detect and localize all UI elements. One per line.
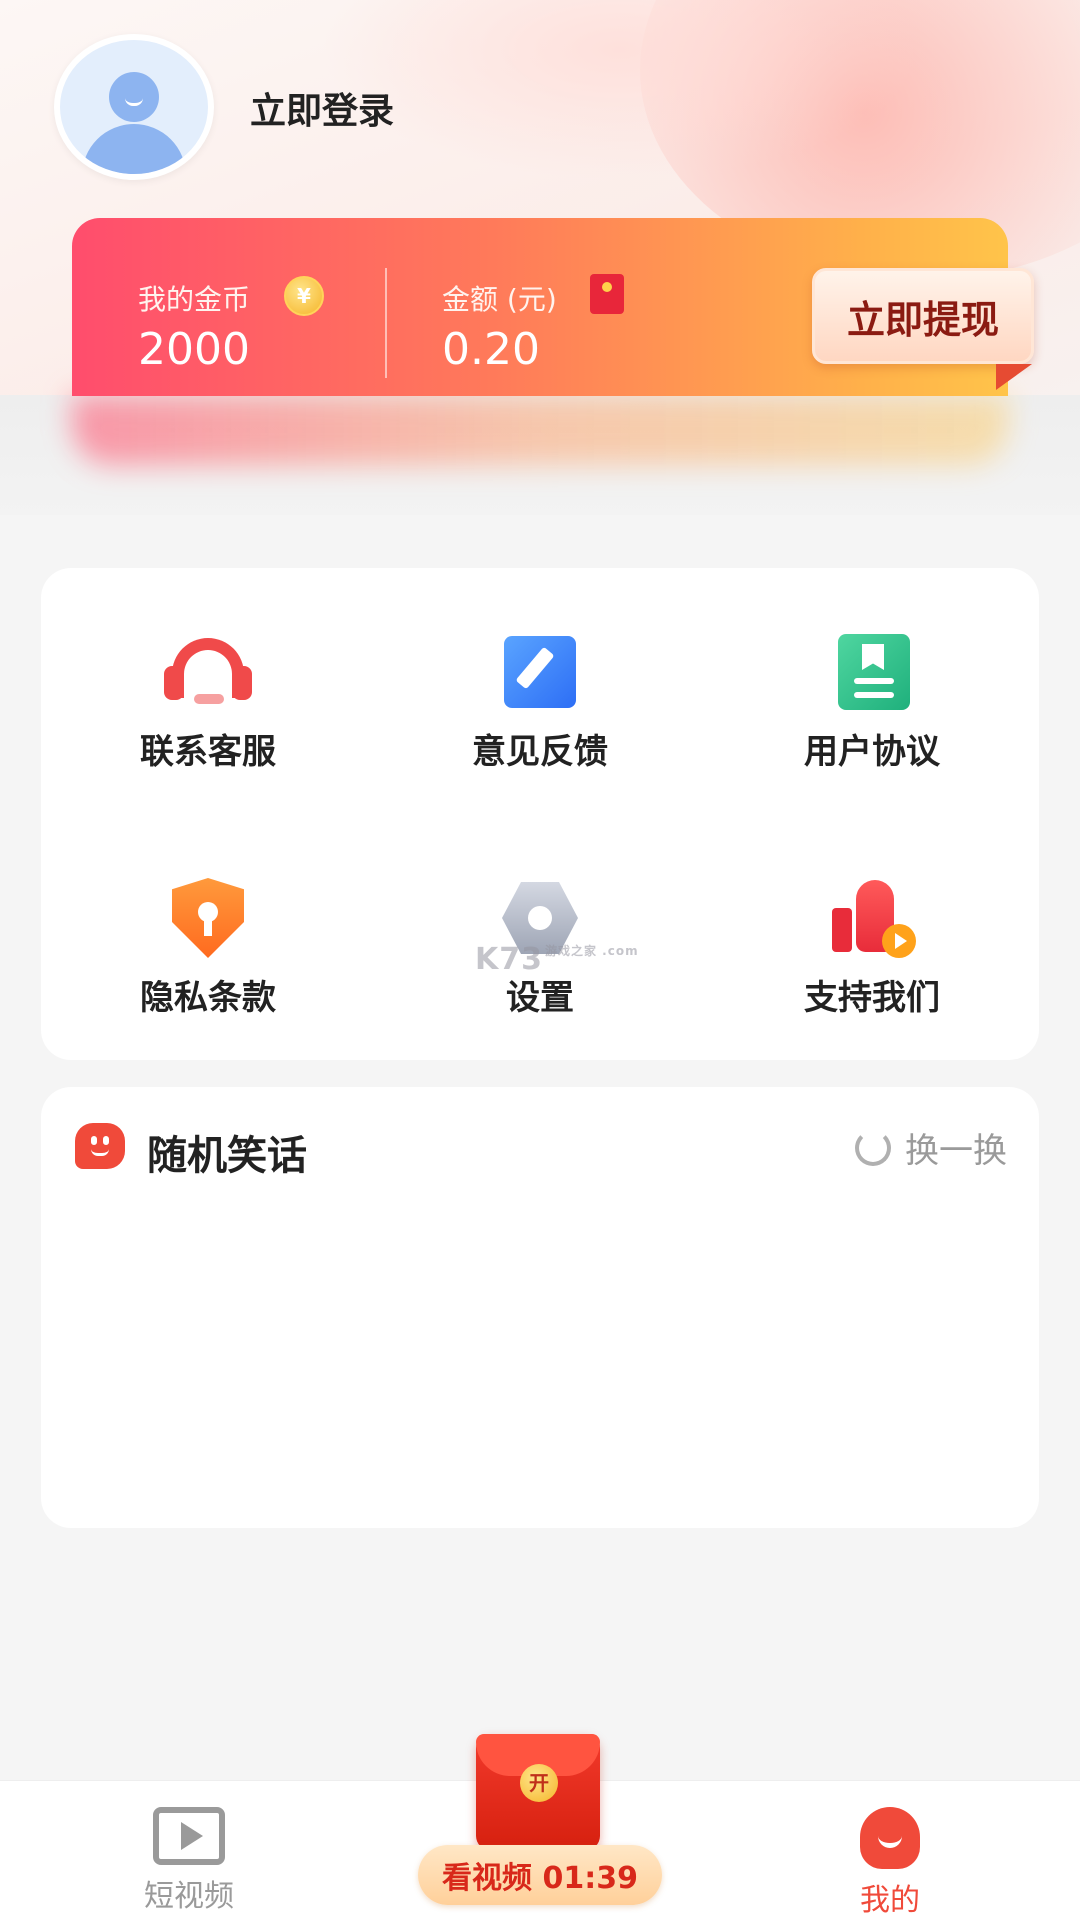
thumbs-up-icon bbox=[832, 878, 916, 958]
watermark-sub: 游戏之家 .com bbox=[545, 944, 639, 958]
coin-icon: ¥ bbox=[284, 276, 324, 316]
login-link[interactable]: 立即登录 bbox=[250, 82, 394, 134]
red-packet-seal: 开 bbox=[520, 1764, 558, 1802]
menu-item-label: 设置 bbox=[506, 978, 574, 1018]
menu-item-customer-service[interactable]: 联系客服 bbox=[58, 632, 358, 773]
amount-value: 0.20 bbox=[442, 324, 540, 375]
wallet-glow bbox=[72, 395, 1008, 465]
coins-value: 2000 bbox=[138, 324, 250, 375]
joke-card: 随机笑话 换一换 bbox=[41, 1087, 1039, 1528]
refresh-label: 换一换 bbox=[905, 1131, 1007, 1171]
avatar[interactable] bbox=[54, 34, 214, 180]
video-play-icon bbox=[153, 1807, 225, 1865]
avatar-head-icon bbox=[109, 72, 159, 122]
watermark: K73 游戏之家 .com bbox=[475, 942, 639, 977]
tab-short-video[interactable]: 短视频 bbox=[99, 1807, 279, 1915]
tab-mine[interactable]: 我的 bbox=[800, 1807, 980, 1919]
menu-item-label: 隐私条款 bbox=[140, 978, 276, 1018]
smiley-chat-icon bbox=[75, 1123, 125, 1169]
amount-label: 金额 (元) bbox=[442, 283, 557, 316]
profile-icon bbox=[860, 1807, 920, 1869]
refresh-button[interactable]: 换一换 bbox=[855, 1123, 1007, 1172]
withdraw-button[interactable]: 立即提现 bbox=[812, 268, 1034, 364]
shield-lock-icon bbox=[168, 878, 248, 958]
wallet-divider bbox=[385, 268, 387, 378]
menu-item-feedback[interactable]: 意见反馈 bbox=[390, 632, 690, 773]
document-icon bbox=[832, 632, 912, 712]
refresh-icon bbox=[855, 1129, 891, 1166]
menu-item-label: 用户协议 bbox=[804, 732, 940, 772]
watch-video-timer[interactable]: 看视频 01:39 bbox=[418, 1845, 662, 1905]
avatar-body-icon bbox=[82, 124, 186, 174]
headset-icon bbox=[164, 632, 252, 712]
red-packet-button[interactable]: 开 bbox=[476, 1734, 600, 1850]
tab-label: 短视频 bbox=[144, 1879, 234, 1914]
joke-title: 随机笑话 bbox=[147, 1133, 307, 1179]
menu-item-label: 支持我们 bbox=[804, 978, 940, 1018]
menu-item-label: 联系客服 bbox=[140, 732, 276, 772]
red-envelope-icon bbox=[590, 274, 624, 314]
edit-icon bbox=[500, 632, 580, 712]
menu-item-privacy[interactable]: 隐私条款 bbox=[58, 878, 358, 1019]
menu-card: 联系客服 意见反馈 用户协议 隐私条款 设置 支持我们 bbox=[41, 568, 1039, 1060]
menu-item-support-us[interactable]: 支持我们 bbox=[722, 878, 1022, 1019]
menu-item-user-agreement[interactable]: 用户协议 bbox=[722, 632, 1022, 773]
watermark-text: K73 bbox=[475, 942, 543, 977]
withdraw-ribbon-tail bbox=[996, 364, 1032, 390]
wallet-card: 我的金币 ¥ 2000 金额 (元) 0.20 立即提现 bbox=[72, 218, 1034, 396]
tab-label: 我的 bbox=[860, 1883, 920, 1918]
coins-label: 我的金币 bbox=[138, 283, 251, 316]
menu-item-label: 意见反馈 bbox=[472, 732, 608, 772]
